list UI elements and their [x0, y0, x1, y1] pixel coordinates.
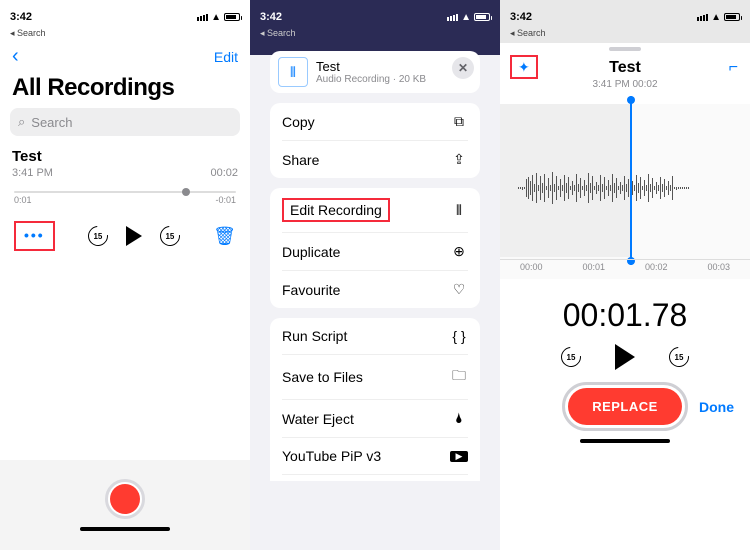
duplicate-action[interactable]: Duplicate⊕	[270, 233, 480, 270]
back-icon[interactable]: ‹	[12, 45, 19, 68]
water-eject-action[interactable]: Water Eject🌢	[270, 400, 480, 437]
search-placeholder: Search	[31, 115, 72, 130]
current-time: 00:01.78	[500, 279, 750, 338]
status-icons: ▲	[197, 12, 240, 23]
status-time: 3:42	[510, 11, 532, 23]
enhance-button[interactable]: ✦	[504, 53, 544, 83]
status-bar: 3:42 ▲	[500, 0, 750, 28]
scrubber-knob[interactable]	[182, 188, 190, 196]
waveform	[518, 172, 732, 204]
footer	[0, 460, 250, 550]
sheet-header: ⦀ Test Audio Recording · 20 KB ✕	[270, 51, 480, 93]
playback-scrubber[interactable]	[14, 191, 236, 193]
heart-icon: ♡	[450, 281, 468, 298]
record-button[interactable]	[105, 479, 145, 519]
signal-icon	[447, 14, 458, 21]
wifi-icon: ▲	[211, 12, 221, 23]
battery-icon	[474, 13, 490, 21]
ellipsis-icon: •••	[24, 227, 45, 243]
favourite-action[interactable]: Favourite♡	[270, 271, 480, 308]
wifi-icon: ▲	[461, 12, 471, 23]
waveform-icon: ⦀	[450, 202, 468, 219]
play-button[interactable]	[126, 226, 142, 246]
youtube-icon: ▶	[450, 451, 468, 462]
trash-icon[interactable]: 🗑	[213, 226, 236, 247]
status-time: 3:42	[260, 11, 282, 23]
recording-time: 3:41 PM	[12, 167, 53, 179]
action-group-2: Edit Recording⦀ Duplicate⊕ Favourite♡	[270, 188, 480, 308]
skip-forward-button[interactable]: 15	[160, 226, 180, 246]
more-options-button[interactable]: •••	[14, 221, 55, 251]
home-indicator[interactable]	[80, 527, 170, 531]
droplet-icon: 🌢	[450, 410, 468, 427]
share-icon: ⇪	[450, 151, 468, 168]
run-script-action[interactable]: Run Script{ }	[270, 318, 480, 354]
action-group-3: Run Script{ } Save to Files🗀 Water Eject…	[270, 318, 480, 481]
done-button[interactable]: Done	[699, 399, 734, 415]
status-time: 3:42	[10, 11, 32, 23]
page-title: All Recordings	[0, 72, 250, 108]
close-icon: ✕	[458, 61, 468, 75]
folder-icon: 🗀	[450, 365, 468, 389]
copy-action[interactable]: Copy⧉	[270, 103, 480, 140]
signal-icon	[697, 14, 708, 21]
skip-back-button[interactable]: 15	[88, 226, 108, 246]
save-to-files-action[interactable]: Save to Files🗀	[270, 355, 480, 399]
close-button[interactable]: ✕	[452, 57, 474, 79]
sheet-title: Test	[316, 59, 426, 74]
skip-forward-button[interactable]: 15	[669, 347, 689, 367]
braces-icon: { }	[450, 328, 468, 344]
edit-button[interactable]: Edit	[214, 49, 238, 65]
playhead[interactable]	[630, 96, 632, 265]
sparkle-icon: ✦	[510, 55, 538, 79]
edit-header: Test 3:41 PM 00:02 ⌐ ✦	[500, 53, 750, 100]
sheet-grabber[interactable]	[609, 47, 641, 51]
price-history-action[interactable]: Price History$	[270, 475, 480, 481]
audio-file-icon: ⦀	[278, 57, 308, 87]
signal-icon	[197, 14, 208, 21]
home-indicator[interactable]	[580, 439, 670, 443]
status-icons: ▲	[697, 12, 740, 23]
screen-edit-recording: 3:42 ▲ ◂ Search Test 3:41 PM 00:02 ⌐ ✦ 0…	[500, 0, 750, 550]
screen-share-sheet: 3:42 ▲ ◂ Search ⦀ Test Audio Recording ·…	[250, 0, 500, 550]
recording-name: Test	[12, 148, 238, 165]
replace-button[interactable]: REPLACE	[568, 388, 682, 425]
recording-duration: 00:02	[210, 167, 238, 179]
breadcrumb[interactable]: ◂ Search	[0, 28, 250, 43]
scrub-elapsed: 0:01	[14, 195, 32, 205]
copy-icon: ⧉	[450, 113, 468, 130]
play-button[interactable]	[615, 344, 635, 370]
search-input[interactable]: ⌕ Search	[10, 108, 240, 136]
sheet-subtitle: Audio Recording · 20 KB	[316, 74, 426, 85]
battery-icon	[224, 13, 240, 21]
edit-recording-action[interactable]: Edit Recording⦀	[270, 188, 480, 232]
screen-all-recordings: 3:42 ▲ ◂ Search ‹ Edit All Recordings ⌕ …	[0, 0, 250, 550]
battery-icon	[724, 13, 740, 21]
status-icons: ▲	[447, 12, 490, 23]
share-action[interactable]: Share⇪	[270, 141, 480, 178]
scrub-remaining: -0:01	[215, 195, 236, 205]
breadcrumb[interactable]: ◂ Search	[500, 28, 750, 43]
duplicate-icon: ⊕	[450, 243, 468, 260]
status-bar: 3:42 ▲	[0, 0, 250, 28]
time-ruler: 00:00 00:01 00:02 00:03	[500, 259, 750, 279]
skip-back-button[interactable]: 15	[561, 347, 581, 367]
youtube-pip-action[interactable]: YouTube PiP v3▶	[270, 438, 480, 474]
action-group-1: Copy⧉ Share⇪	[270, 103, 480, 178]
search-icon: ⌕	[18, 114, 25, 130]
recording-item[interactable]: Test 3:41 PM 00:02	[0, 136, 250, 179]
breadcrumb[interactable]: ◂ Search	[250, 28, 500, 43]
crop-icon[interactable]: ⌐	[729, 59, 738, 77]
wifi-icon: ▲	[711, 12, 721, 23]
status-bar: 3:42 ▲	[250, 0, 500, 28]
waveform-area[interactable]: 00:00 00:01 00:02 00:03	[500, 104, 750, 279]
